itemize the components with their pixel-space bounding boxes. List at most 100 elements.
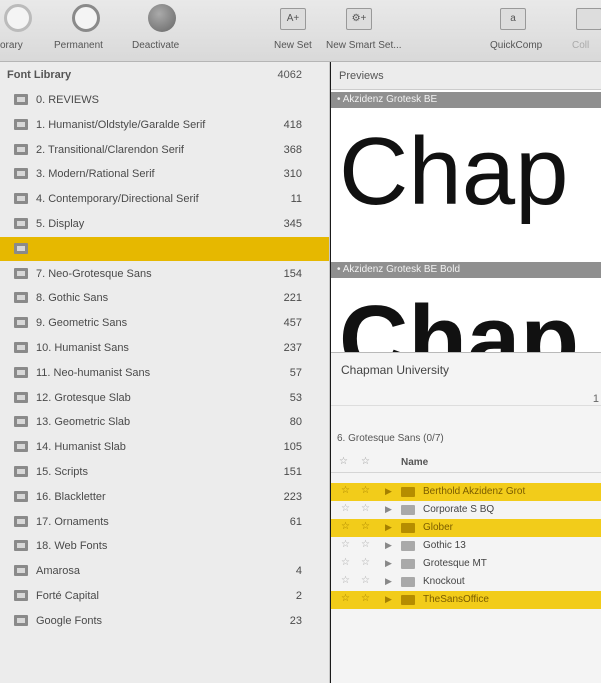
sidebar-item[interactable]: 15. Scripts 151 [0,460,329,484]
quickcomp-label: QuickComp [490,40,543,51]
font-set-icon [14,540,28,552]
sidebar-item[interactable]: 10. Humanist Sans 237 [0,336,329,360]
disclosure-triangle-icon[interactable]: ▶ [385,504,392,515]
quickcomp-button[interactable]: a QuickComp [476,0,556,62]
disclosure-triangle-icon[interactable]: ▶ [385,522,392,533]
sidebar-item[interactable]: 18. Web Fonts [0,534,329,558]
deactivate-label: Deactivate [132,40,180,51]
sidebar-item[interactable]: 0. REVIEWS [0,88,329,112]
sidebar-item[interactable]: 5. Display 345 [0,212,329,236]
sidebar-item[interactable]: 4. Contemporary/Directional Serif 11 [0,187,329,211]
sidebar-item[interactable]: Amarosa 4 [0,559,329,583]
font-name: Grotesque MT [423,558,487,569]
folder-icon [401,523,415,533]
name-column-header[interactable]: Name [401,457,428,468]
font-row[interactable]: ☆ ☆ ▶ Glober [331,519,601,537]
sidebar-item-label: Amarosa [36,565,81,578]
sidebar-item[interactable]: 3. Modern/Rational Serif 310 [0,162,329,186]
collection-button[interactable]: Coll [570,0,601,62]
sidebar-item[interactable]: Google Fonts 23 [0,609,329,633]
star-icon[interactable]: ☆ [361,593,370,604]
new-set-button[interactable]: A+ New Set [262,0,322,62]
divider [331,405,601,406]
font-row[interactable]: ☆ ☆ ▶ Grotesque MT [331,555,601,573]
preview-font-bar[interactable]: • Akzidenz Grotesk BE Bold [331,262,601,278]
preview-sample-text: Chap [339,118,569,225]
star-icon[interactable]: ☆ [361,521,370,532]
disclosure-triangle-icon[interactable]: ▶ [385,486,392,497]
previews-header: Previews [331,62,601,90]
font-name: TheSansOffice [423,594,489,605]
star-icon[interactable]: ☆ [341,557,350,568]
sidebar-item[interactable]: 17. Ornaments 61 [0,510,329,534]
font-set-icon [14,94,28,105]
font-row[interactable]: ☆ ☆ ▶ TheSansOffice [331,591,601,609]
deactivate-button[interactable]: Deactivate [128,0,198,62]
folder-icon [401,577,415,587]
sidebar-item[interactable]: 12. Grotesque Slab 53 [0,386,329,410]
star-column-icon[interactable]: ☆ [339,456,348,467]
star-icon[interactable]: ☆ [341,539,350,550]
sidebar-item-label: 13. Geometric Slab [36,416,131,429]
font-library-title: Font Library [7,69,72,81]
collection-panel: Chapman University 1 6. Grotesque Sans (… [331,352,601,683]
sidebar-item[interactable]: 13. Geometric Slab 80 [0,410,329,434]
sidebar-item-count: 154 [283,267,302,280]
font-set-icon [14,193,28,205]
preview-font-bar[interactable]: • Akzidenz Grotesk BE [331,92,601,108]
font-row[interactable]: ☆ ☆ ▶ Gothic 13 [331,537,601,555]
sidebar-item-count: 80 [289,416,302,429]
sidebar-item[interactable]: 2. Transitional/Clarendon Serif 368 [0,138,329,162]
sidebar-item-count: 2 [295,590,302,602]
collection-corner-text: 1 [592,393,599,405]
star-icon[interactable]: ☆ [361,485,370,496]
star-icon[interactable]: ☆ [361,503,370,514]
font-set-icon [14,565,28,577]
star-icon[interactable]: ☆ [341,575,350,586]
font-row[interactable]: ☆ ☆ ▶ Berthold Akzidenz Grot [331,483,601,501]
library-button[interactable]: orary [0,0,42,62]
sidebar-item-label: 3. Modern/Rational Serif [36,168,155,181]
sidebar-item[interactable]: 7. Neo-Grotesque Sans 154 [0,262,329,286]
sidebar-item[interactable] [0,236,329,261]
sidebar-item[interactable]: Forté Capital 2 [0,584,329,608]
sidebar-item-count: 368 [283,143,302,156]
sidebar-item[interactable]: 16. Blackletter 223 [0,485,329,509]
sidebar-item[interactable]: 1. Humanist/Oldstyle/Garalde Serif 418 [0,113,329,137]
sidebar-item-count: 237 [283,342,302,354]
font-set-icon [14,267,28,279]
font-set-icon [14,292,28,304]
star-icon[interactable]: ☆ [361,557,370,568]
sidebar-item[interactable]: 11. Neo-humanist Sans 57 [0,361,329,385]
star-icon[interactable]: ☆ [341,593,350,604]
font-set-icon [14,366,28,378]
font-row[interactable]: ☆ ☆ ▶ Knockout [331,573,601,591]
font-set-icon [14,515,28,527]
sidebar-item[interactable]: 14. Humanist Slab 105 [0,435,329,459]
font-row[interactable]: ☆ ☆ ▶ Corporate S BQ [331,501,601,519]
sidebar-item[interactable]: 8. Gothic Sans 221 [0,286,329,310]
star-icon[interactable]: ☆ [341,521,350,532]
sidebar-item-label: 4. Contemporary/Directional Serif [36,193,199,206]
new-smart-set-button[interactable]: ⚙+ New Smart Set... [326,0,426,62]
group-label: 6. Grotesque Sans (0/7) [337,433,444,444]
permanent-icon [72,4,100,32]
font-set-icon [14,143,28,155]
sidebar-item[interactable]: 9. Geometric Sans 457 [0,311,329,335]
star-icon[interactable]: ☆ [361,539,370,550]
font-set-icon [14,416,28,428]
disclosure-triangle-icon[interactable]: ▶ [385,594,392,605]
disclosure-triangle-icon[interactable]: ▶ [385,540,392,551]
font-library-header[interactable]: Font Library 4062 [0,62,329,88]
permanent-button[interactable]: Permanent [52,0,122,62]
disclosure-triangle-icon[interactable]: ▶ [385,558,392,569]
star-column-icon[interactable]: ☆ [361,456,370,467]
star-icon[interactable]: ☆ [341,503,350,514]
star-icon[interactable]: ☆ [341,485,350,496]
disclosure-triangle-icon[interactable]: ▶ [385,576,392,587]
star-icon[interactable]: ☆ [361,575,370,586]
font-set-icon [14,118,28,130]
font-set-icon [14,614,28,626]
font-set-icon [14,242,28,254]
folder-icon [401,541,415,551]
